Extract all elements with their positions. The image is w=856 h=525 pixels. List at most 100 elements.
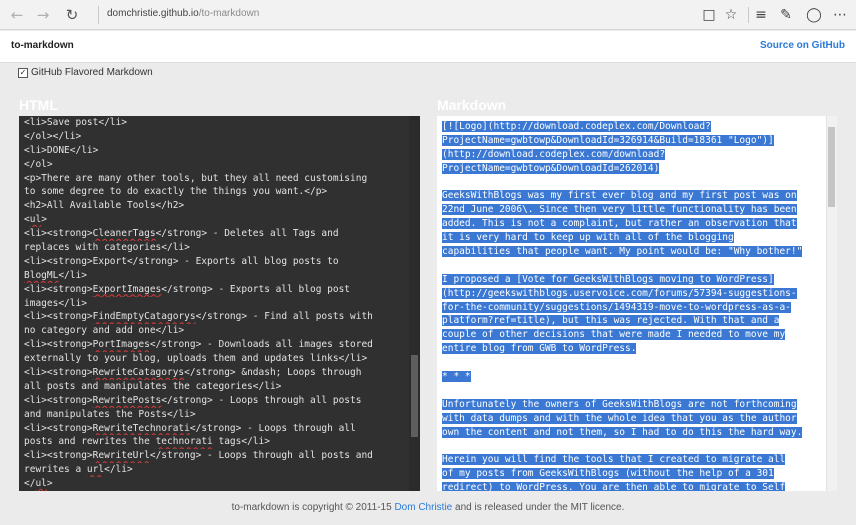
code-text: </strong> - Loops through all (189, 422, 356, 434)
html-scrollbar-thumb[interactable] (411, 355, 418, 437)
forward-arrow-icon[interactable]: → (32, 4, 54, 26)
code-text: <li><strong> (24, 283, 93, 295)
misspelled-word: url (86, 464, 105, 476)
html-code-line: no category and add one</li> (24, 324, 408, 338)
code-text: and manipulates the Posts</li> (24, 408, 196, 420)
code-text: > (46, 478, 53, 490)
code-text: all posts and manipulates the categories… (24, 380, 282, 392)
markdown-heading: Markdown (437, 97, 507, 113)
selected-markdown-text: with data dumps and with the whole idea … (442, 412, 797, 424)
toolbar-divider (748, 7, 749, 23)
author-link[interactable]: Dom Christie (394, 502, 452, 513)
address-domain: domchristie.github.io (107, 8, 199, 19)
selected-markdown-text: Unfortunately the owners of GeeksWithBlo… (442, 398, 797, 410)
gfm-option[interactable]: ✓ GitHub Flavored Markdown (18, 67, 153, 78)
selected-markdown-text: I proposed a [Vote for GeeksWithBlogs mo… (442, 273, 774, 285)
app-title: to-markdown (11, 40, 74, 51)
html-code-line: to some degree to do exactly the things … (24, 185, 408, 199)
markdown-line: with data dumps and with the whole idea … (442, 412, 825, 426)
reading-view-icon[interactable]: □ (698, 4, 720, 26)
html-code-line: images</li> (24, 297, 408, 311)
selected-markdown-text: (http://geekswithblogs.uservoice.com/for… (442, 287, 797, 299)
selected-markdown-text: Herein you will find the tools that I cr… (442, 454, 786, 466)
favorite-star-icon[interactable]: ☆ (720, 4, 742, 26)
gfm-checkbox[interactable]: ✓ (18, 67, 28, 78)
misspelled-word: RewriteCatagorys (92, 367, 185, 379)
selected-markdown-text: of my posts from GeeksWithBlogs (without… (442, 468, 774, 480)
html-code-line: posts and rewrites the technorati tags</… (24, 435, 408, 449)
code-text: </strong> - Downloads all images stored (149, 339, 373, 351)
code-text: </li> (104, 464, 133, 476)
misspelled-word: BlogML (24, 269, 59, 281)
code-text: no category and add one</li> (24, 325, 185, 337)
code-text: to some degree to do exactly the things … (24, 186, 328, 198)
code-text: replaces with categories</li> (24, 242, 190, 254)
source-on-github-link[interactable]: Source on GitHub (760, 40, 845, 51)
address-bar[interactable]: domchristie.github.io/to-markdown (107, 8, 259, 19)
web-note-icon[interactable]: ✎ (775, 4, 797, 26)
markdown-line: ProjectName=gwbtowp&DownloadId=262014) (442, 162, 825, 176)
markdown-scrollbar-thumb[interactable] (828, 127, 835, 207)
code-text: </strong> - Exports all blog post (161, 283, 351, 295)
code-text: <li><strong>Export</strong> - Exports al… (24, 255, 339, 267)
markdown-line: I proposed a [Vote for GeeksWithBlogs mo… (442, 273, 825, 287)
html-code-line: <li>Save post</li> (24, 116, 408, 130)
html-code-line: rewrites a url</li> (24, 463, 408, 477)
html-code-line: <li><strong>RewriteCatagorys</strong> &n… (24, 366, 408, 380)
markdown-text[interactable]: [![Logo](http://download.codeplex.com/Do… (442, 120, 825, 491)
more-icon[interactable]: ⋯ (829, 4, 851, 26)
code-text: <li><strong> (24, 228, 93, 240)
code-text: </ol> (24, 158, 53, 170)
html-code-line: <li><strong>FindEmptyCatagorys</strong> … (24, 310, 408, 324)
markdown-line (442, 176, 825, 190)
markdown-line: of my posts from GeeksWithBlogs (without… (442, 467, 825, 481)
code-text: </ol></li> (24, 130, 82, 142)
html-heading: HTML (19, 97, 58, 113)
markdown-line: Herein you will find the tools that I cr… (442, 453, 825, 467)
share-icon[interactable]: ◯ (803, 4, 825, 26)
misspelled-word: RewriteTechnorati (92, 422, 190, 434)
code-text: <h2>All Available Tools</h2> (24, 200, 185, 212)
selected-markdown-text: added. This is not a complaint, but rath… (442, 218, 797, 230)
code-text: tags</li> (212, 436, 270, 448)
html-code[interactable]: <li>Save post</li> </ol></li> <li>DONE</li… (24, 116, 408, 491)
markdown-scrollbar[interactable] (826, 116, 837, 491)
misspelled-word: technorati (155, 436, 213, 448)
misspelled-word: CleanerTags (92, 228, 156, 240)
code-text: <li>DONE</li> (24, 144, 99, 156)
misspelled-word: RewriteUrl (92, 450, 150, 462)
markdown-line (442, 259, 825, 273)
html-code-line: <li><strong>Export</strong> - Exports al… (24, 255, 408, 269)
html-input-editor[interactable]: <li>Save post</li> </ol></li> <li>DONE</li… (19, 116, 420, 491)
markdown-line: (http://geekswithblogs.uservoice.com/for… (442, 287, 825, 301)
html-code-line: <li><strong>ExportImages</strong> - Expo… (24, 283, 408, 297)
selected-markdown-text: [![Logo](http://download.codeplex.com/Do… (442, 121, 711, 132)
markdown-line: [![Logo](http://download.codeplex.com/Do… (442, 120, 825, 134)
gfm-label: GitHub Flavored Markdown (31, 67, 153, 78)
markdown-line: couple of other decisions that were made… (442, 328, 825, 342)
refresh-icon[interactable]: ↻ (61, 4, 83, 26)
misspelled-word: ul (29, 214, 42, 226)
markdown-line: platform?ref=title), but this was reject… (442, 314, 825, 328)
html-scrollbar[interactable] (409, 116, 420, 491)
selected-markdown-text: platform?ref=title), but this was reject… (442, 315, 780, 327)
html-code-line: </ol></li> (24, 130, 408, 144)
code-text: images</li> (24, 297, 87, 309)
code-text: <li><strong> (24, 450, 93, 462)
back-arrow-icon[interactable]: ← (6, 4, 28, 26)
code-text: </strong> - Loops through all posts (161, 394, 362, 406)
markdown-output[interactable]: [![Logo](http://download.codeplex.com/Do… (437, 116, 837, 491)
misspelled-word: ul (35, 478, 47, 490)
hub-icon[interactable]: ≡ (750, 4, 772, 26)
html-code-line: and manipulates the Posts</li> (24, 408, 408, 422)
markdown-line: 22nd June 2006\. Since then very little … (442, 203, 825, 217)
code-text: <li>Save post</li> (24, 117, 127, 128)
markdown-line (442, 356, 825, 370)
misspelled-word: ExportImages (92, 283, 162, 295)
address-divider (98, 6, 99, 24)
code-text: <li><strong> (24, 422, 93, 434)
markdown-line: entire blog from GWB to WordPress. (442, 342, 825, 356)
html-code-line: <li>DONE</li> (24, 144, 408, 158)
code-text: <li><strong> (24, 394, 93, 406)
code-text: </strong> - Deletes all Tags and (155, 228, 339, 240)
